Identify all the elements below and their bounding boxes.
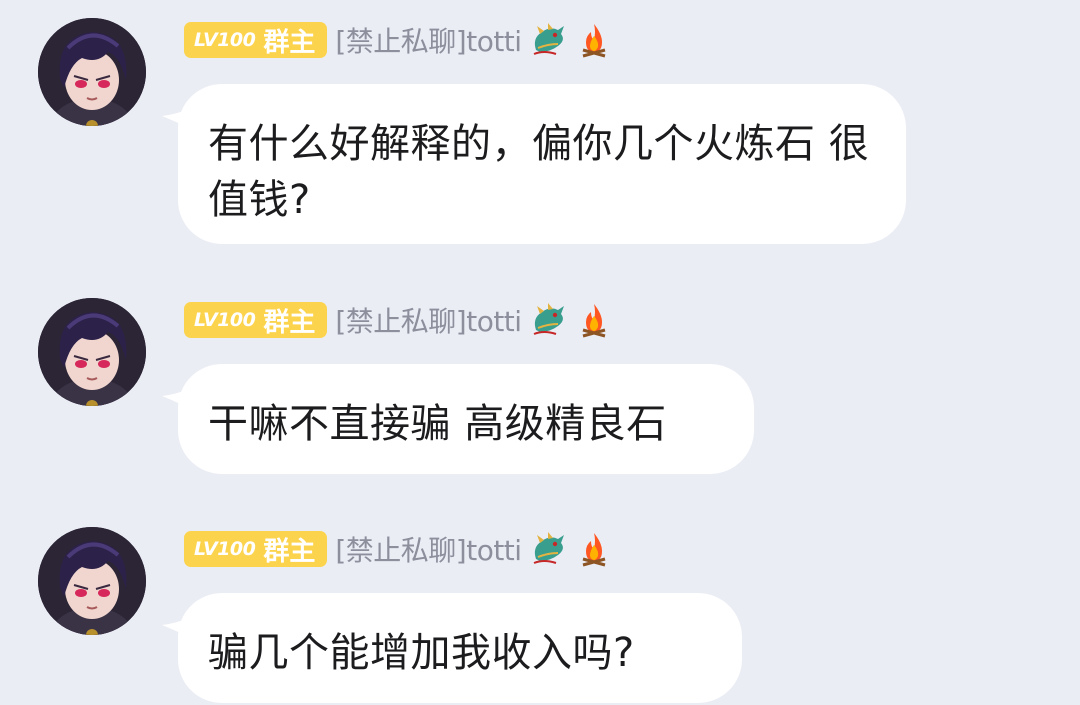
level-label: LV100	[194, 538, 256, 560]
avatar[interactable]	[38, 527, 146, 635]
level-label: LV100	[194, 29, 256, 51]
sender-name[interactable]: [禁止私聊]totti	[335, 20, 522, 60]
sender-info: LV100 群主 [禁止私聊]totti	[184, 302, 614, 338]
level-role-badge: LV100 群主	[184, 531, 328, 567]
sender-name[interactable]: [禁止私聊]totti	[335, 300, 522, 340]
message-bubble[interactable]: 骗几个能增加我收入吗?	[178, 593, 742, 703]
role-label: 群主	[263, 27, 316, 58]
fire-icon	[574, 20, 614, 60]
fire-icon	[574, 529, 614, 569]
avatar[interactable]	[38, 298, 146, 406]
message-text: 干嘛不直接骗 高级精良石	[208, 401, 667, 447]
role-label: 群主	[263, 307, 316, 338]
message-bubble[interactable]: 有什么好解释的，偏你几个火炼石 很值钱?	[178, 84, 906, 244]
level-label: LV100	[194, 309, 256, 331]
sender-name[interactable]: [禁止私聊]totti	[335, 529, 522, 569]
message-text: 有什么好解释的，偏你几个火炼石 很值钱?	[208, 121, 870, 223]
avatar[interactable]	[38, 18, 146, 126]
fire-icon	[574, 300, 614, 340]
level-role-badge: LV100 群主	[184, 302, 328, 338]
message-bubble[interactable]: 干嘛不直接骗 高级精良石	[178, 364, 754, 474]
dragon-badge-icon	[528, 529, 568, 569]
level-role-badge: LV100 群主	[184, 22, 328, 58]
dragon-badge-icon	[528, 300, 568, 340]
message-text: 骗几个能增加我收入吗?	[208, 630, 635, 676]
sender-info: LV100 群主 [禁止私聊]totti	[184, 531, 614, 567]
dragon-badge-icon	[528, 20, 568, 60]
role-label: 群主	[263, 536, 316, 567]
sender-info: LV100 群主 [禁止私聊]totti	[184, 22, 614, 58]
